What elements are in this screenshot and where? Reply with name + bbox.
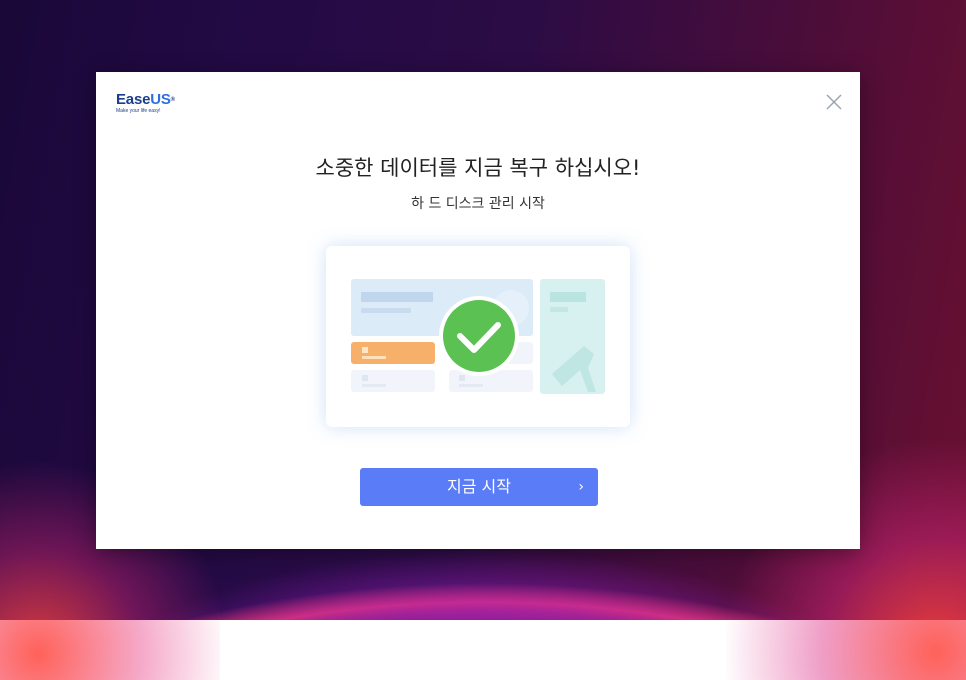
illustration-card	[326, 246, 630, 427]
close-button[interactable]	[824, 92, 844, 112]
disk-management-illustration	[351, 279, 605, 394]
logo-name-part1: Ease	[116, 91, 151, 108]
logo-registered-mark: ®	[170, 97, 175, 103]
dialog-subtitle: 하 드 디스크 관리 시작	[411, 196, 545, 212]
dialog-title: 소중한 데이터를 지금 복구 하십시오!	[315, 156, 641, 180]
promo-dialog: EaseUS® Make your life easy! 소중한 데이터를 지금…	[96, 72, 860, 549]
start-now-button[interactable]: 지금 시작 ›	[360, 468, 598, 506]
start-now-label: 지금 시작	[447, 477, 511, 496]
logo-wordmark: EaseUS®	[116, 92, 186, 108]
chevron-right-icon: ›	[578, 479, 584, 495]
close-icon	[826, 94, 842, 110]
easeus-logo: EaseUS® Make your life easy!	[116, 92, 186, 118]
logo-name-part2: US	[150, 91, 171, 108]
logo-tagline: Make your life easy!	[116, 108, 161, 114]
